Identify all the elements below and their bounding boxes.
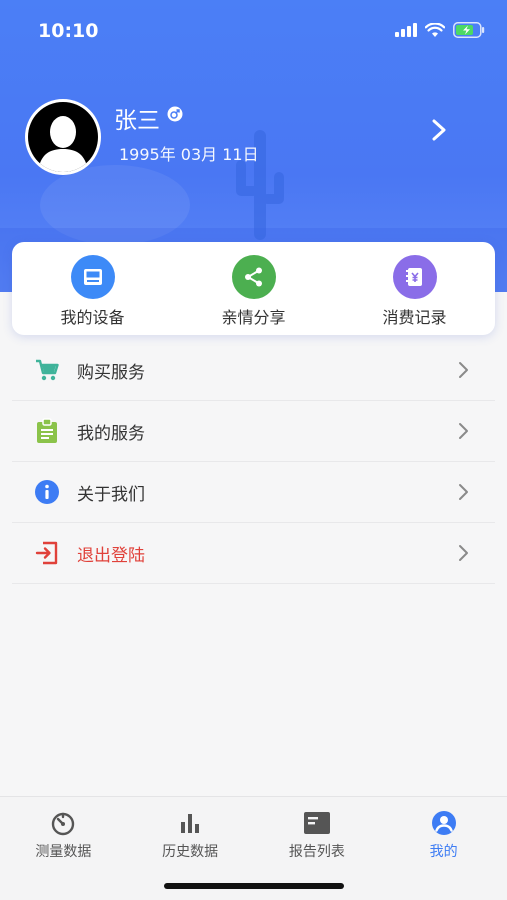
avatar[interactable] xyxy=(25,99,101,175)
menu-item-my-service[interactable]: 我的服务 xyxy=(12,401,495,462)
tab-label: 历史数据 xyxy=(162,844,219,860)
gauge-icon xyxy=(50,809,76,837)
clipboard-icon xyxy=(32,416,62,446)
share-icon xyxy=(231,255,276,299)
tab-mine[interactable]: 我的 xyxy=(380,797,507,900)
chevron-right-icon xyxy=(459,362,468,378)
signal-icon xyxy=(395,23,417,37)
tab-label: 测量数据 xyxy=(35,844,92,860)
battery-icon xyxy=(453,22,485,38)
user-birth-date: 1995年 03月 11日 xyxy=(119,145,259,164)
menu-item-logout[interactable]: 退出登陆 xyxy=(12,523,495,584)
wifi-icon xyxy=(425,22,445,37)
menu-list: 购买服务 我的服务 关于我们 退出登陆 xyxy=(12,340,495,584)
chevron-right-icon xyxy=(459,423,468,439)
cart-icon xyxy=(32,355,62,385)
bar-chart-icon xyxy=(178,809,202,837)
tab-label: 我的 xyxy=(429,844,458,860)
quick-action-label: 消费记录 xyxy=(382,308,447,327)
info-icon xyxy=(32,477,62,507)
receipt-icon xyxy=(392,255,437,299)
home-indicator[interactable] xyxy=(164,883,344,889)
menu-item-buy-service[interactable]: 购买服务 xyxy=(12,340,495,401)
tab-measurement-data[interactable]: 测量数据 xyxy=(0,797,127,900)
quick-action-family-share[interactable]: 亲情分享 xyxy=(173,242,334,335)
quick-action-label: 我的设备 xyxy=(60,308,125,327)
male-gender-icon xyxy=(167,106,183,122)
quick-action-my-device[interactable]: 我的设备 xyxy=(12,242,173,335)
quick-action-spending-records[interactable]: 消费记录 xyxy=(334,242,495,335)
status-time: 10:10 xyxy=(38,20,99,42)
profile-chevron-right-icon[interactable] xyxy=(428,118,450,142)
chevron-right-icon xyxy=(459,484,468,500)
menu-item-about-us[interactable]: 关于我们 xyxy=(12,462,495,523)
logout-icon xyxy=(32,538,62,568)
report-icon xyxy=(303,809,331,837)
device-icon xyxy=(70,255,115,299)
cactus-illustration xyxy=(236,130,284,240)
chevron-right-icon xyxy=(459,545,468,561)
status-bar: 10:10 xyxy=(0,0,507,60)
status-icons xyxy=(395,22,485,38)
quick-action-label: 亲情分享 xyxy=(221,308,286,327)
menu-item-label: 我的服务 xyxy=(77,423,145,444)
menu-item-label: 关于我们 xyxy=(77,484,145,505)
menu-item-label: 退出登陆 xyxy=(77,545,145,566)
avatar-silhouette-icon xyxy=(38,116,88,172)
menu-item-label: 购买服务 xyxy=(77,362,145,383)
tab-label: 报告列表 xyxy=(288,844,345,860)
user-icon xyxy=(431,809,457,837)
user-name: 张三 xyxy=(114,108,160,134)
quick-actions-card: 我的设备 亲情分享 消费记录 xyxy=(12,242,495,335)
